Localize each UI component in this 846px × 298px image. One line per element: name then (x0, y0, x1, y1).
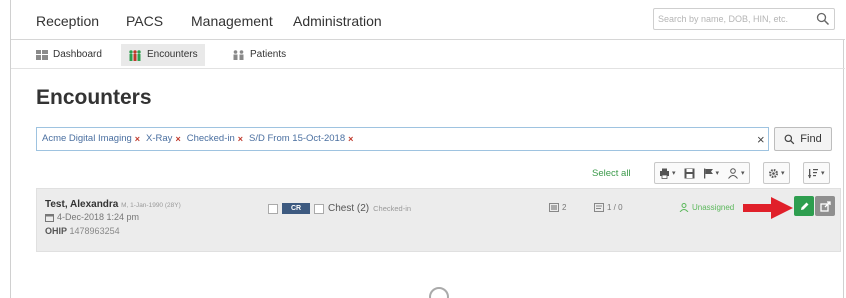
remove-chip-icon[interactable]: × (175, 134, 180, 144)
procedure-name[interactable]: Chest (2) (328, 203, 369, 214)
patient-name-text: Test, Alexandra (45, 199, 119, 210)
sort-icon (808, 168, 818, 178)
encounter-datetime: 4-Dec-2018 1:24 pm (45, 212, 139, 222)
filter-chip-label: Acme Digital Imaging (42, 133, 132, 144)
chevron-down-icon: ▾ (715, 170, 720, 177)
save-icon (684, 168, 695, 178)
chevron-down-icon: ▾ (672, 170, 676, 177)
save-button[interactable] (680, 163, 699, 183)
tab-patients[interactable]: Patients (225, 44, 293, 66)
dashboard-icon (36, 50, 48, 60)
top-navigation: Reception PACS Management Administration (11, 0, 845, 40)
tab-dashboard-label: Dashboard (53, 49, 102, 60)
settings-group: ▾ (763, 162, 790, 184)
patient-name[interactable]: Test, Alexandra M, 1-Jan-1990 (28Y) (45, 199, 181, 210)
share-button[interactable] (815, 196, 835, 216)
image-count-value: 2 (562, 203, 567, 212)
sub-navigation: Dashboard Encounters Patients (11, 41, 845, 69)
procedure-status: Checked-in (373, 204, 412, 213)
filter-chip: X-Ray × (146, 133, 181, 144)
modality-badge: CR (282, 203, 310, 214)
filter-chips: Acme Digital Imaging × X-Ray × Checked-i… (42, 133, 353, 144)
assignment-status-text: Unassigned (692, 203, 735, 212)
health-insurance-number: OHIP 1478963254 (45, 226, 120, 236)
red-arrow-annotation (743, 197, 793, 219)
patients-icon (233, 50, 244, 60)
filter-chip-label: Checked-in (186, 133, 235, 144)
report-count[interactable]: 1 / 0 (594, 203, 623, 212)
nav-management[interactable]: Management (191, 13, 273, 29)
tab-patients-label: Patients (250, 49, 287, 60)
user-icon (679, 203, 689, 212)
search-icon[interactable] (816, 12, 830, 26)
filter-chip: Acme Digital Imaging × (42, 133, 140, 144)
procedure-select-checkbox[interactable] (314, 203, 324, 214)
search-input[interactable] (658, 11, 810, 27)
pencil-icon (800, 202, 808, 210)
calendar-icon (45, 213, 54, 222)
patient-demographics: M, 1-Jan-1990 (28Y) (121, 202, 181, 209)
chevron-down-icon: ▾ (821, 170, 825, 177)
filter-chip-label: X-Ray (146, 133, 173, 144)
share-icon (819, 200, 831, 212)
filter-bar[interactable]: Acme Digital Imaging × X-Ray × Checked-i… (36, 127, 769, 151)
hin-label: OHIP (45, 226, 68, 236)
tab-encounters-label: Encounters (147, 49, 198, 60)
loading-spinner-icon (429, 287, 449, 298)
chevron-down-icon: ▾ (741, 170, 745, 177)
flag-icon (703, 168, 713, 178)
clear-filters-icon[interactable]: × (757, 132, 765, 147)
nav-pacs[interactable]: PACS (126, 13, 163, 29)
images-icon (549, 203, 559, 212)
flag-dropdown[interactable]: ▾ (699, 163, 724, 183)
remove-chip-icon[interactable]: × (348, 134, 353, 144)
edit-button[interactable] (794, 196, 814, 216)
tab-dashboard[interactable]: Dashboard (29, 44, 109, 66)
remove-chip-icon[interactable]: × (135, 134, 140, 144)
report-icon (594, 203, 604, 212)
hin-value: 1478963254 (69, 226, 120, 236)
find-button-label: Find (800, 133, 822, 145)
assign-dropdown[interactable]: ▾ (723, 163, 749, 183)
settings-dropdown[interactable]: ▾ (764, 163, 789, 183)
report-count-value: 1 / 0 (607, 203, 623, 212)
app-frame: Reception PACS Management Administration… (10, 0, 845, 298)
filter-chip: Checked-in × (187, 133, 243, 144)
printer-icon (660, 168, 669, 179)
encounter-row[interactable]: Test, Alexandra M, 1-Jan-1990 (28Y) 4-De… (36, 188, 841, 252)
tab-encounters[interactable]: Encounters (121, 44, 205, 66)
sort-group: ▾ (803, 162, 830, 184)
remove-chip-icon[interactable]: × (238, 134, 243, 144)
filter-chip-label: S/D From 15-Oct-2018 (249, 133, 346, 144)
chevron-down-icon: ▾ (781, 170, 785, 177)
user-group-icon (728, 167, 738, 179)
encounter-datetime-text: 4-Dec-2018 1:24 pm (57, 212, 140, 222)
sort-dropdown[interactable]: ▾ (804, 163, 829, 183)
nav-reception[interactable]: Reception (36, 13, 99, 29)
gear-icon (768, 168, 779, 178)
image-count[interactable]: 2 (549, 203, 566, 212)
find-button[interactable]: Find (774, 127, 832, 151)
print-dropdown[interactable]: ▾ (655, 163, 680, 183)
page-title: Encounters (36, 86, 152, 109)
global-search (653, 8, 835, 30)
select-all-link[interactable]: Select all (592, 168, 631, 179)
search-icon (784, 134, 795, 144)
encounters-icon (129, 49, 141, 61)
filter-chip: S/D From 15-Oct-2018 × (249, 133, 353, 144)
toolbar-actions: ▾ ▾ ▾ (654, 162, 750, 184)
procedure-checkbox[interactable] (268, 203, 278, 214)
assignment-status[interactable]: Unassigned (679, 203, 734, 212)
nav-administration[interactable]: Administration (293, 13, 382, 29)
procedure-info: CR Chest (2) Checked-in (268, 203, 411, 214)
